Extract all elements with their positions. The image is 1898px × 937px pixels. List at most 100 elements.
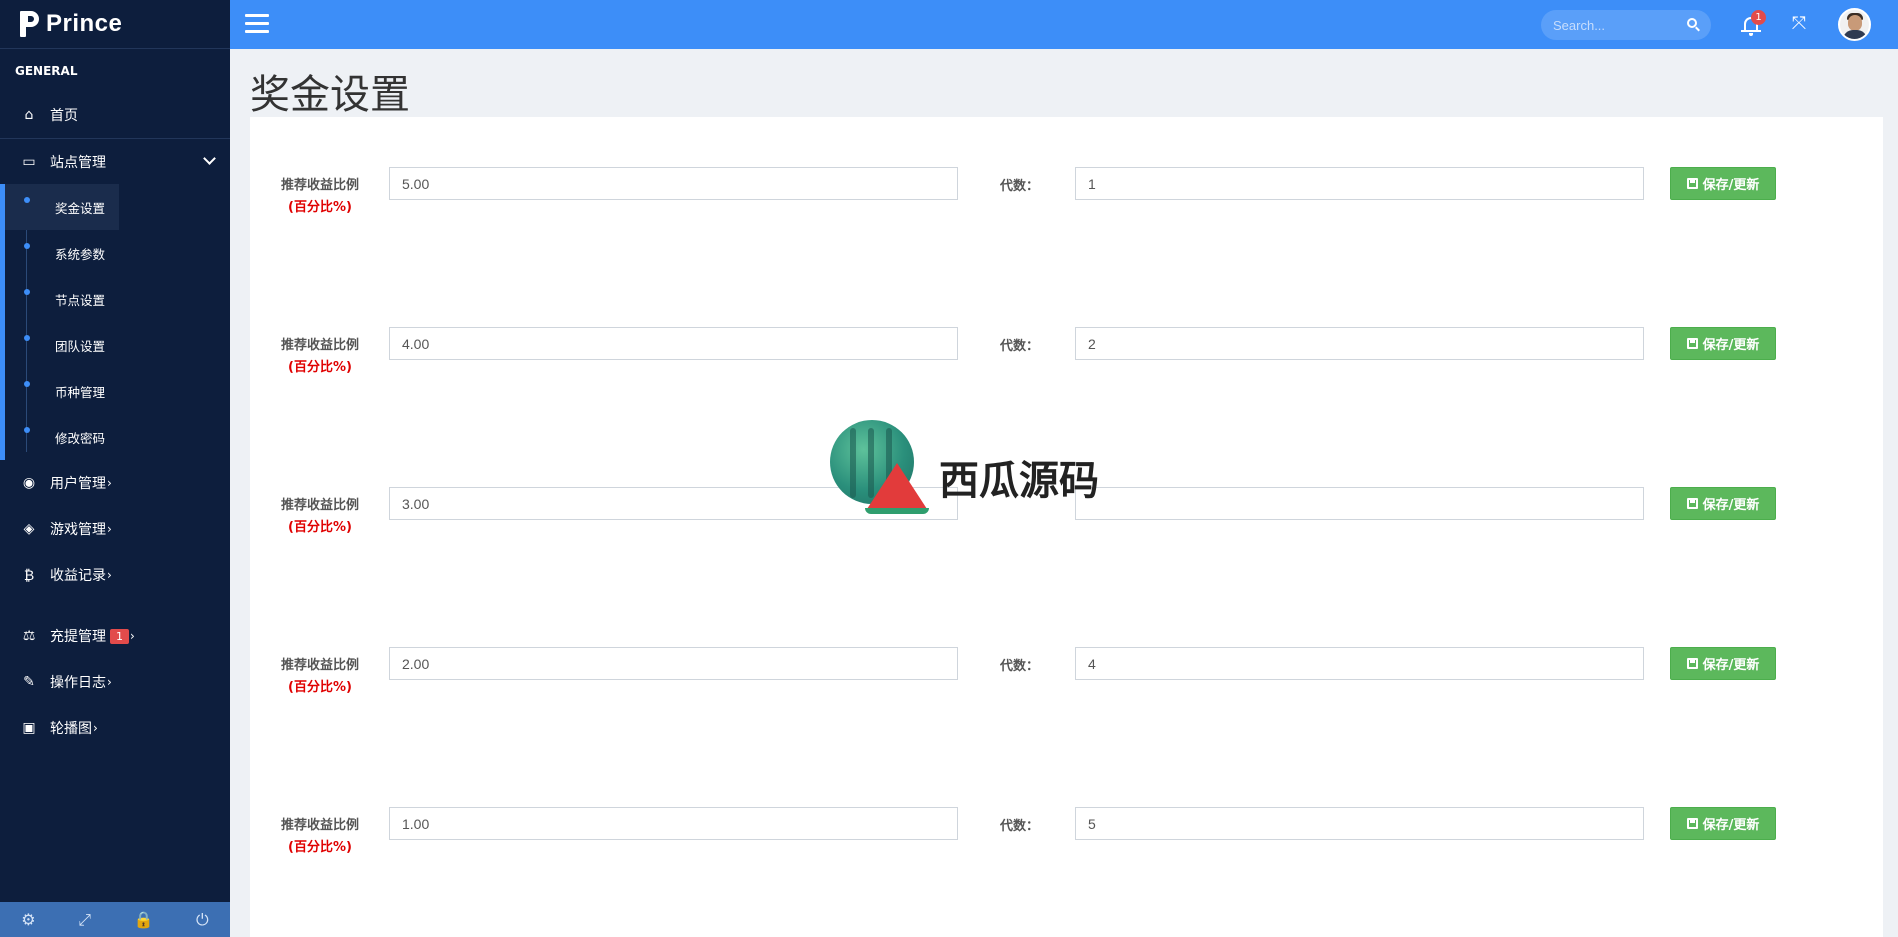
- submenu-item-node-settings[interactable]: 节点设置: [5, 276, 230, 322]
- generation-input[interactable]: [1075, 807, 1644, 840]
- menu-toggle-icon[interactable]: [245, 14, 269, 34]
- submenu-label: 系统参数: [55, 246, 106, 262]
- topbar: 1 ⤧: [230, 0, 1898, 49]
- brand[interactable]: Prince: [0, 0, 230, 49]
- expand-icon[interactable]: ⤢: [78, 910, 91, 930]
- ratio-input[interactable]: [389, 807, 958, 840]
- sidebar-item-recharge-management[interactable]: ⚖ 充提管理 1 ›: [0, 613, 230, 659]
- ratio-label-block: 推荐收益比例 (百分比%): [275, 495, 365, 539]
- recharge-badge: 1: [110, 628, 129, 644]
- ratio-input[interactable]: [389, 647, 958, 680]
- save-update-button[interactable]: 保存/更新: [1670, 807, 1776, 840]
- home-icon: ⌂: [24, 107, 34, 123]
- submenu-item-currency-management[interactable]: 币种管理: [5, 368, 230, 414]
- sidebar-item-label: 收益记录: [50, 568, 106, 584]
- floppy-disk-icon: [1686, 658, 1698, 669]
- watermelon-slice-icon: [867, 463, 927, 509]
- sidebar-item-income-records[interactable]: ₿ 收益记录 ›: [0, 552, 230, 598]
- chevron-right-icon: ›: [107, 568, 112, 582]
- search-icon[interactable]: [1687, 18, 1697, 28]
- sidebar-footer: ⚙ ⤢ 🔒 ⏻: [0, 902, 230, 937]
- generation-input[interactable]: [1075, 487, 1644, 520]
- save-update-button[interactable]: 保存/更新: [1670, 327, 1776, 360]
- floppy-disk-icon: [1686, 498, 1698, 509]
- power-icon[interactable]: ⏻: [196, 910, 209, 930]
- generation-input[interactable]: [1075, 167, 1644, 200]
- ratio-label: 推荐收益比例: [280, 658, 359, 673]
- ratio-label: 推荐收益比例: [280, 338, 359, 353]
- watermelon-stripe: [850, 428, 856, 498]
- floppy-disk-icon: [1686, 178, 1698, 189]
- submenu-label: 修改密码: [55, 430, 106, 446]
- percent-label: (百分比%): [288, 520, 352, 535]
- sidebar-item-game-management[interactable]: ◈ 游戏管理 ›: [0, 506, 230, 552]
- save-label: 保存/更新: [1702, 498, 1760, 513]
- cube-icon: ◈: [23, 521, 35, 537]
- generation-input[interactable]: [1075, 327, 1644, 360]
- floppy-disk-icon: [1686, 818, 1698, 829]
- avatar[interactable]: [1838, 8, 1871, 41]
- generation-label: 代数：: [1000, 659, 1040, 674]
- chevron-right-icon: ›: [93, 721, 98, 735]
- submenu-label: 团队设置: [55, 338, 106, 354]
- submenu-item-change-password[interactable]: 修改密码: [5, 414, 230, 460]
- sidebar-item-label: 首页: [50, 108, 78, 124]
- submenu-item-system-params[interactable]: 系统参数: [5, 230, 230, 276]
- ratio-label-block: 推荐收益比例 (百分比%): [275, 175, 365, 219]
- chevron-right-icon: ›: [107, 675, 112, 689]
- submenu-item-bonus-settings[interactable]: 奖金设置: [5, 184, 119, 230]
- generation-input[interactable]: [1075, 647, 1644, 680]
- chevron-right-icon: ›: [107, 476, 112, 490]
- bullet-dot: [24, 289, 30, 295]
- save-update-button[interactable]: 保存/更新: [1670, 487, 1776, 520]
- submenu-label: 奖金设置: [55, 200, 106, 216]
- page-title: 奖金设置: [250, 72, 410, 118]
- generation-label: 代数：: [1000, 819, 1040, 834]
- lock-icon[interactable]: 🔒: [134, 910, 154, 929]
- sidebar-item-home[interactable]: ⌂ 首页: [0, 92, 230, 138]
- bitcoin-icon: ₿: [23, 567, 35, 584]
- sidebar-item-label: 用户管理: [50, 476, 106, 492]
- sidebar-item-label: 操作日志: [50, 675, 106, 691]
- notification-badge: 1: [1751, 10, 1766, 25]
- save-label: 保存/更新: [1702, 338, 1760, 353]
- fullscreen-icon[interactable]: ⤧: [1790, 15, 1808, 33]
- chevron-down-icon: [203, 152, 216, 165]
- percent-label: (百分比%): [288, 840, 352, 855]
- ratio-label: 推荐收益比例: [280, 818, 359, 833]
- generation-label: 代数：: [1000, 339, 1040, 354]
- sidebar-item-carousel[interactable]: ▣ 轮播图 ›: [0, 705, 230, 751]
- brand-name: Prince: [46, 10, 123, 37]
- bullet-dot: [24, 427, 30, 433]
- sidebar-item-label: 站点管理: [50, 154, 106, 171]
- submenu-item-team-settings[interactable]: 团队设置: [5, 322, 230, 368]
- submenu-label: 节点设置: [55, 292, 106, 308]
- sidebar-item-label: 游戏管理: [50, 522, 106, 538]
- generation-label: 代数：: [1000, 179, 1040, 194]
- save-update-button[interactable]: 保存/更新: [1670, 167, 1776, 200]
- watermark-text: 西瓜源码: [939, 458, 1099, 504]
- ratio-label-block: 推荐收益比例 (百分比%): [275, 815, 365, 859]
- ratio-label-block: 推荐收益比例 (百分比%): [275, 335, 365, 379]
- percent-label: (百分比%): [288, 360, 352, 375]
- chevron-right-icon: ›: [130, 629, 135, 643]
- bullet-dot: [24, 243, 30, 249]
- sidebar-item-user-management[interactable]: ◉ 用户管理 ›: [0, 460, 230, 506]
- sidebar-item-site-management[interactable]: ▭ 站点管理: [0, 138, 230, 184]
- bonus-row: 推荐收益比例 (百分比%) 代数： 保存/更新: [250, 327, 1883, 387]
- submenu-label: 币种管理: [55, 384, 106, 400]
- balance-scale-icon: ⚖: [22, 628, 36, 644]
- gear-icon[interactable]: ⚙: [21, 910, 35, 929]
- bullet-dot: [24, 197, 30, 203]
- section-title: GENERAL: [15, 64, 78, 78]
- sidebar-item-label: 充提管理: [50, 629, 106, 645]
- search-input[interactable]: [1541, 10, 1681, 40]
- ratio-input[interactable]: [389, 327, 958, 360]
- sidebar-item-operation-log[interactable]: ✎ 操作日志 ›: [0, 659, 230, 705]
- save-label: 保存/更新: [1702, 818, 1760, 833]
- save-update-button[interactable]: 保存/更新: [1670, 647, 1776, 680]
- bonus-row: 推荐收益比例 (百分比%) 代数： 保存/更新: [250, 647, 1883, 707]
- watermelon-rind: [865, 508, 929, 514]
- ratio-label-block: 推荐收益比例 (百分比%): [275, 655, 365, 699]
- ratio-input[interactable]: [389, 167, 958, 200]
